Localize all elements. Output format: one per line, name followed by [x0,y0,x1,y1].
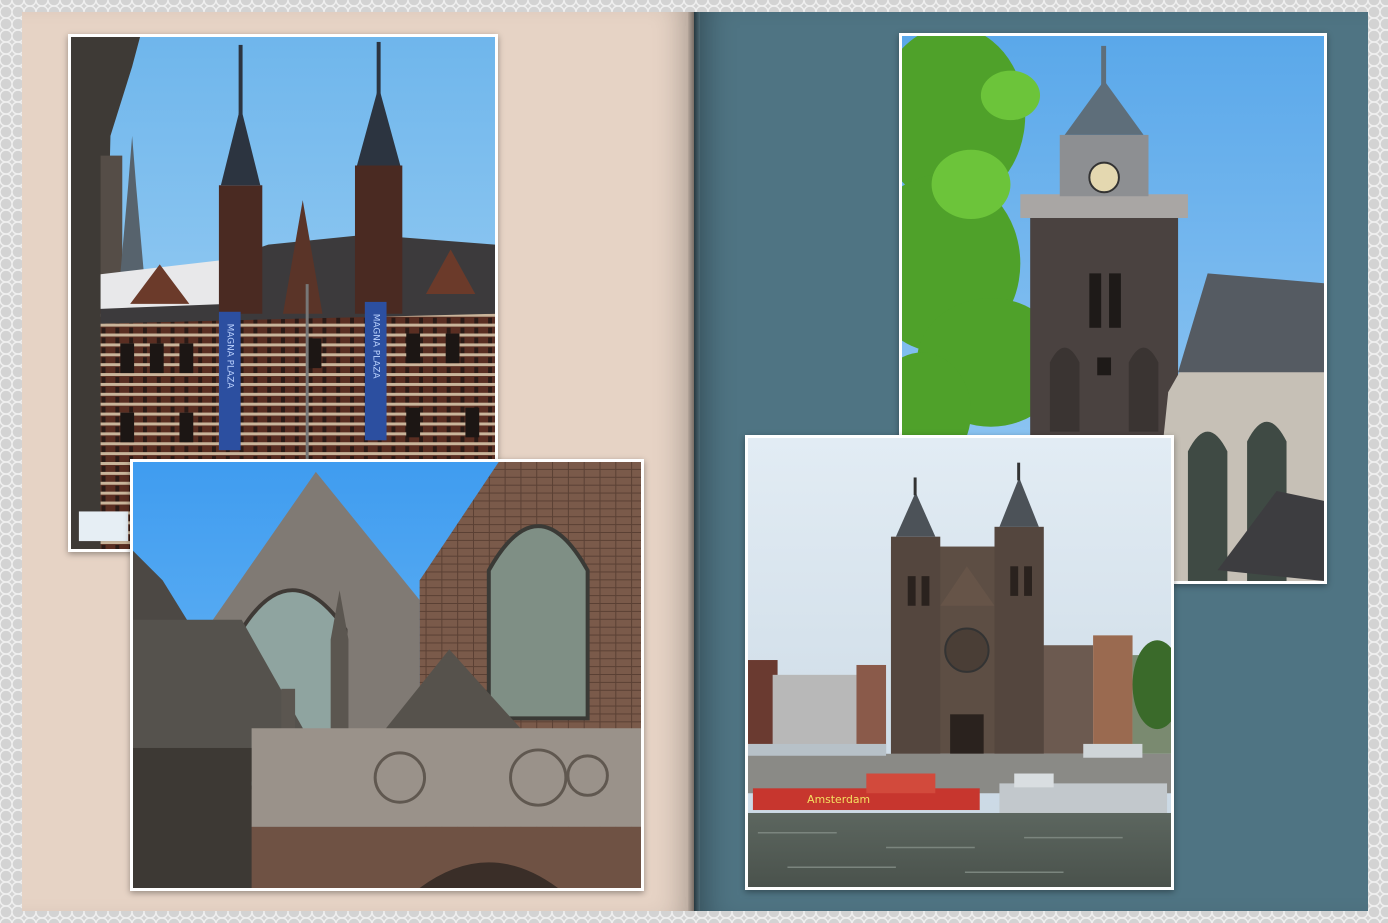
banner-left-text: MAGNA PLAZA [225,324,235,389]
st-nicholas-image: Amsterdam [748,438,1171,887]
photo-oude-kerk[interactable] [130,459,644,891]
oude-kerk-image [133,462,641,888]
album-spine [688,12,700,911]
photo-st-nicholas[interactable]: Amsterdam [745,435,1174,890]
boat-text: Amsterdam [807,793,870,806]
banner-right-text: MAGNA PLAZA [371,314,381,379]
